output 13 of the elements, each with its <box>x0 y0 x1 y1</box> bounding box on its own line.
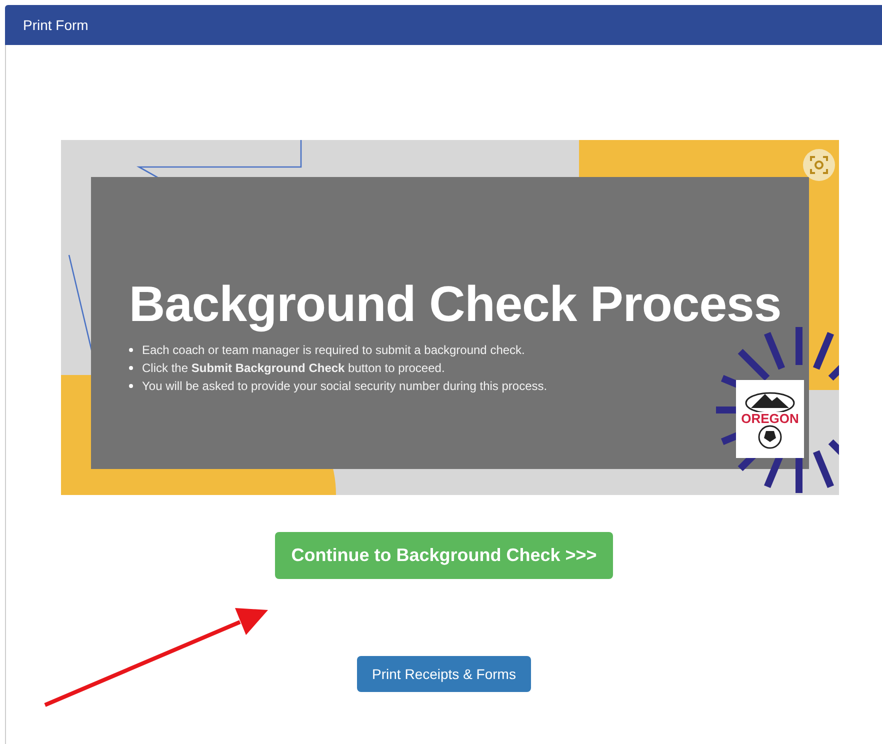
continue-button[interactable]: Continue to Background Check >>> <box>275 532 613 579</box>
window-title: Print Form <box>23 17 88 33</box>
bullet-text: Each coach or team manager is required to submit a background check. <box>142 343 525 357</box>
bullet-dot <box>129 384 133 388</box>
mountain-icon <box>745 390 795 412</box>
scan-icon[interactable] <box>802 148 836 182</box>
print-button[interactable]: Print Receipts & Forms <box>357 656 531 692</box>
bullet-text: You will be asked to provide your social security number during this process. <box>142 379 548 393</box>
bullet-text: Click the Submit Background Check button to proceed. <box>142 361 445 375</box>
bullet-dot <box>129 348 133 352</box>
banner-title: Background Check Process <box>129 275 782 333</box>
logo-text: OREGON <box>741 412 799 424</box>
bullet-dot <box>129 366 133 370</box>
